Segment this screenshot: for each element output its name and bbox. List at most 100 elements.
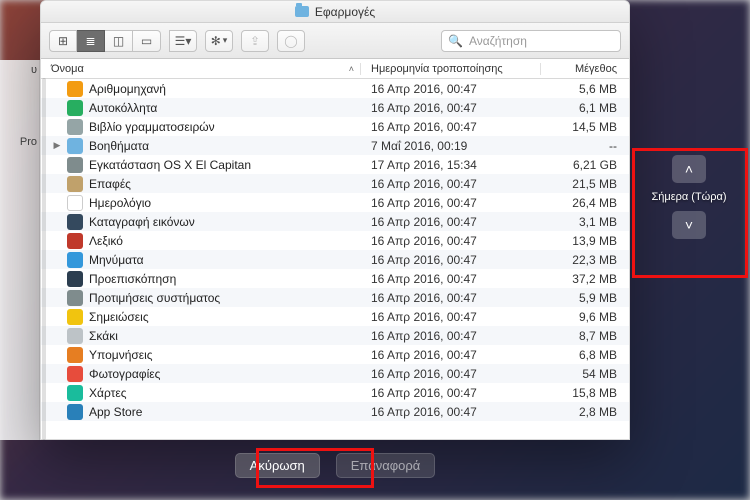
app-icon [67,366,83,382]
file-name: Υπομνήσεις [89,348,153,362]
file-list[interactable]: Αριθμομηχανή16 Απρ 2016, 00:475,6 MBΑυτο… [41,79,629,439]
app-icon [67,138,83,154]
window-title: Εφαρμογές [315,5,375,19]
arrange-button[interactable]: ☰▾ [169,30,197,52]
folder-icon [295,6,309,17]
file-size: 2,8 MB [541,405,629,419]
app-icon [67,233,83,249]
tags-button[interactable]: ◯ [277,30,305,52]
file-modified: 16 Απρ 2016, 00:47 [361,386,541,400]
action-button[interactable]: ✻▾ [205,30,233,52]
restore-button[interactable]: Επαναφορά [336,453,436,478]
scrollbar[interactable] [42,78,46,440]
file-size: 13,9 MB [541,234,629,248]
file-size: 54 MB [541,367,629,381]
share-icon: ⇪ [250,34,260,48]
table-row[interactable]: Καταγραφή εικόνων16 Απρ 2016, 00:473,1 M… [41,212,629,231]
file-size: 6,21 GB [541,158,629,172]
view-list-button[interactable]: ≣ [77,30,105,52]
share-button[interactable]: ⇪ [241,30,269,52]
view-columns-button[interactable]: ◫ [105,30,133,52]
file-size: 21,5 MB [541,177,629,191]
file-modified: 16 Απρ 2016, 00:47 [361,101,541,115]
file-modified: 16 Απρ 2016, 00:47 [361,291,541,305]
app-icon [67,328,83,344]
file-modified: 7 Μαΐ 2016, 00:19 [361,139,541,153]
file-size: 22,3 MB [541,253,629,267]
app-icon [67,385,83,401]
file-size: -- [541,139,629,153]
app-icon [67,309,83,325]
app-icon [67,347,83,363]
app-icon [67,119,83,135]
table-row[interactable]: Υπομνήσεις16 Απρ 2016, 00:476,8 MB [41,345,629,364]
file-modified: 16 Απρ 2016, 00:47 [361,367,541,381]
search-placeholder: Αναζήτηση [469,34,527,48]
file-name: Χάρτες [89,386,126,400]
file-modified: 16 Απρ 2016, 00:47 [361,348,541,362]
gear-icon: ✻ [211,34,221,48]
table-row[interactable]: Λεξικό16 Απρ 2016, 00:4713,9 MB [41,231,629,250]
table-row[interactable]: Προεπισκόπηση16 Απρ 2016, 00:4737,2 MB [41,269,629,288]
timeline-up-button[interactable]: ˄ [672,155,706,183]
table-row[interactable]: Σκάκι16 Απρ 2016, 00:478,7 MB [41,326,629,345]
file-size: 3,1 MB [541,215,629,229]
file-modified: 16 Απρ 2016, 00:47 [361,405,541,419]
file-name: Προεπισκόπηση [89,272,176,286]
table-row[interactable]: Εγκατάσταση OS X El Capitan17 Απρ 2016, … [41,155,629,174]
file-name: Μηνύματα [89,253,144,267]
timeline-down-button[interactable]: ˅ [672,211,706,239]
file-name: Λεξικό [89,234,123,248]
app-icon [67,252,83,268]
table-row[interactable]: Βιβλίο γραμματοσειρών16 Απρ 2016, 00:471… [41,117,629,136]
file-name: Βιβλίο γραμματοσειρών [89,120,215,134]
file-name: Βοηθήματα [89,139,149,153]
file-name: Επαφές [89,177,131,191]
arrange-icon: ☰▾ [175,34,192,48]
toolbar: ⊞ ≣ ◫ ▭ ☰▾ ✻▾ ⇪ ◯ 🔍 Αναζήτηση [41,23,629,59]
file-size: 9,6 MB [541,310,629,324]
cancel-button[interactable]: Ακύρωση [235,453,320,478]
table-row[interactable]: Προτιμήσεις συστήματος16 Απρ 2016, 00:47… [41,288,629,307]
table-row[interactable]: Χάρτες 16 Απρ 2016, 00:4715,8 MB [41,383,629,402]
file-modified: 16 Απρ 2016, 00:47 [361,253,541,267]
file-size: 26,4 MB [541,196,629,210]
column-header-modified-label: Ημερομηνία τροποποίησης [371,63,503,75]
time-machine-panel: ˄ Σήμερα (Τώρα) ˅ [634,155,744,239]
file-modified: 16 Απρ 2016, 00:47 [361,272,541,286]
view-icon-button[interactable]: ⊞ [49,30,77,52]
cancel-button-label: Ακύρωση [250,458,305,473]
bottom-bar: Ακύρωση Επαναφορά [40,440,630,490]
table-row[interactable]: Σημειώσεις16 Απρ 2016, 00:479,6 MB [41,307,629,326]
window-titlebar[interactable]: Εφαρμογές [41,1,629,23]
file-name: Σκάκι [89,329,118,343]
table-row[interactable]: Αριθμομηχανή16 Απρ 2016, 00:475,6 MB [41,79,629,98]
table-row[interactable]: Επαφές 16 Απρ 2016, 00:4721,5 MB [41,174,629,193]
finder-window: Εφαρμογές ⊞ ≣ ◫ ▭ ☰▾ ✻▾ ⇪ ◯ 🔍 Αναζήτηση … [40,0,630,440]
file-modified: 16 Απρ 2016, 00:47 [361,177,541,191]
file-modified: 16 Απρ 2016, 00:47 [361,329,541,343]
view-coverflow-button[interactable]: ▭ [133,30,161,52]
search-input[interactable]: 🔍 Αναζήτηση [441,30,621,52]
file-size: 14,5 MB [541,120,629,134]
table-row[interactable]: ▶ Βοηθήματα 7 Μαΐ 2016, 00:19-- [41,136,629,155]
disclosure-triangle-icon[interactable]: ▶ [53,140,61,151]
file-size: 5,6 MB [541,82,629,96]
file-size: 15,8 MB [541,386,629,400]
table-row[interactable]: Αυτοκόλλητα16 Απρ 2016, 00:476,1 MB [41,98,629,117]
column-header-name[interactable]: Όνομα ˄ [41,63,361,75]
column-header-name-label: Όνομα [51,63,84,75]
table-row[interactable]: Μηνύματα 16 Απρ 2016, 00:4722,3 MB [41,250,629,269]
file-name: Σημειώσεις [89,310,149,324]
column-header-modified[interactable]: Ημερομηνία τροποποίησης [361,63,541,75]
table-row[interactable]: Φωτογραφίες 16 Απρ 2016, 00:4754 MB [41,364,629,383]
sidebar-sliver: υ Pro [0,60,40,440]
file-name: Φωτογραφίες [89,367,160,381]
chevron-down-icon: ▾ [223,35,228,46]
column-header-size-label: Μέγεθος [575,63,617,75]
app-icon [67,214,83,230]
table-row[interactable]: App Store16 Απρ 2016, 00:472,8 MB [41,402,629,421]
column-header-size[interactable]: Μέγεθος [541,63,629,75]
table-row[interactable]: Ημερολόγιο16 Απρ 2016, 00:4726,4 MB [41,193,629,212]
sidebar-peek-text: Pro [20,136,37,148]
